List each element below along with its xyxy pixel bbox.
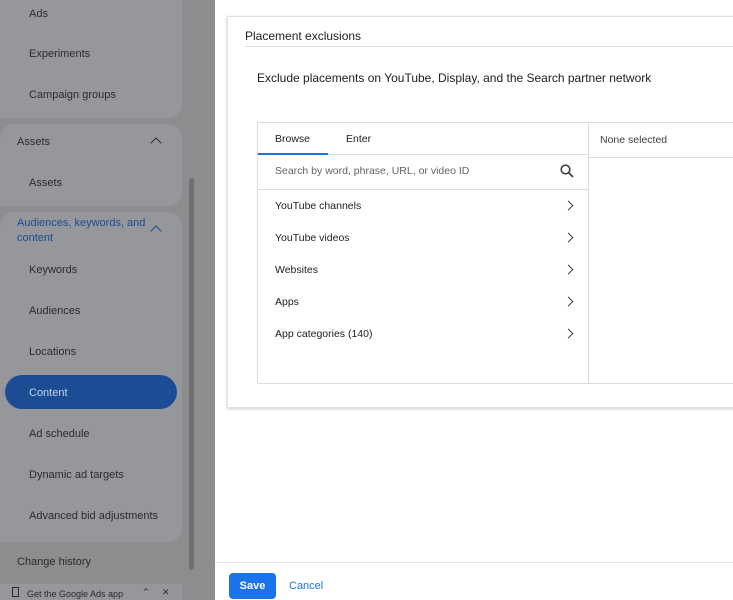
save-button[interactable]: Save <box>229 573 276 599</box>
section-title: Placement exclusions <box>245 29 362 43</box>
placement-exclusions-card: Placement exclusions Exclude placements … <box>227 16 733 408</box>
search-icon[interactable] <box>560 164 574 178</box>
app-banner[interactable]: Get the Google Ads app ⌃ ✕ <box>0 584 182 600</box>
scrollbar[interactable] <box>189 178 194 570</box>
divider <box>245 46 733 47</box>
cancel-button[interactable]: Cancel <box>289 580 323 592</box>
placement-picker: Browse Enter Search by word, phrase, URL… <box>257 122 733 384</box>
sidebar-item-experiments[interactable]: Experiments <box>29 48 90 60</box>
section-description: Exclude placements on YouTube, Display, … <box>257 71 652 85</box>
browse-pane: Browse Enter Search by word, phrase, URL… <box>258 123 589 383</box>
divider <box>258 189 588 190</box>
category-label: Websites <box>275 264 318 276</box>
category-youtube-videos[interactable]: YouTube videos <box>275 232 575 244</box>
sidebar-item-locations[interactable]: Locations <box>29 346 76 358</box>
category-websites[interactable]: Websites <box>275 264 575 276</box>
category-app-categories[interactable]: App categories (140) <box>275 328 575 340</box>
sidebar-item-advanced-bid-adjustments[interactable]: Advanced bid adjustments <box>29 510 158 522</box>
chevron-right-icon <box>563 264 574 275</box>
sidebar-item-assets[interactable]: Assets <box>29 177 62 189</box>
category-label: Apps <box>275 296 299 308</box>
sidebar-item-content[interactable]: Content <box>29 387 68 399</box>
chevron-right-icon <box>563 328 574 339</box>
sidebar-item-keywords[interactable]: Keywords <box>29 264 77 276</box>
tab-browse[interactable]: Browse <box>275 123 310 154</box>
divider <box>215 562 733 563</box>
active-tab-indicator <box>258 153 328 155</box>
close-icon[interactable]: ✕ <box>162 587 170 598</box>
search-input[interactable]: Search by word, phrase, URL, or video ID <box>275 165 469 177</box>
expand-icon[interactable]: ⌃ <box>142 587 150 598</box>
sidebar-item-change-history[interactable]: Change history <box>17 556 91 568</box>
category-youtube-channels[interactable]: YouTube channels <box>275 200 575 212</box>
chevron-right-icon <box>563 296 574 307</box>
sidebar-item-ads[interactable]: Ads <box>29 8 48 20</box>
tab-enter[interactable]: Enter <box>346 123 371 154</box>
divider <box>589 157 733 158</box>
sidebar-header-assets[interactable]: Assets <box>17 136 50 148</box>
app-banner-text: Get the Google Ads app <box>27 589 124 599</box>
chevron-right-icon <box>563 232 574 243</box>
chevron-right-icon <box>563 200 574 211</box>
sidebar: Ads Experiments Campaign groups Assets A… <box>0 0 215 600</box>
category-label: App categories (140) <box>275 328 373 340</box>
selected-placeholder: None selected <box>600 134 668 146</box>
sidebar-item-audiences[interactable]: Audiences <box>29 305 80 317</box>
edit-panel: Placement exclusions Exclude placements … <box>215 0 733 600</box>
category-apps[interactable]: Apps <box>275 296 575 308</box>
sidebar-item-campaign-groups[interactable]: Campaign groups <box>29 89 116 101</box>
category-label: YouTube channels <box>275 200 362 212</box>
sidebar-item-dynamic-ad-targets[interactable]: Dynamic ad targets <box>29 469 124 481</box>
phone-download-icon <box>12 587 19 597</box>
sidebar-item-ad-schedule[interactable]: Ad schedule <box>29 428 90 440</box>
sidebar-header-audiences[interactable]: Audiences, keywords, and content <box>17 216 152 246</box>
category-label: YouTube videos <box>275 232 350 244</box>
